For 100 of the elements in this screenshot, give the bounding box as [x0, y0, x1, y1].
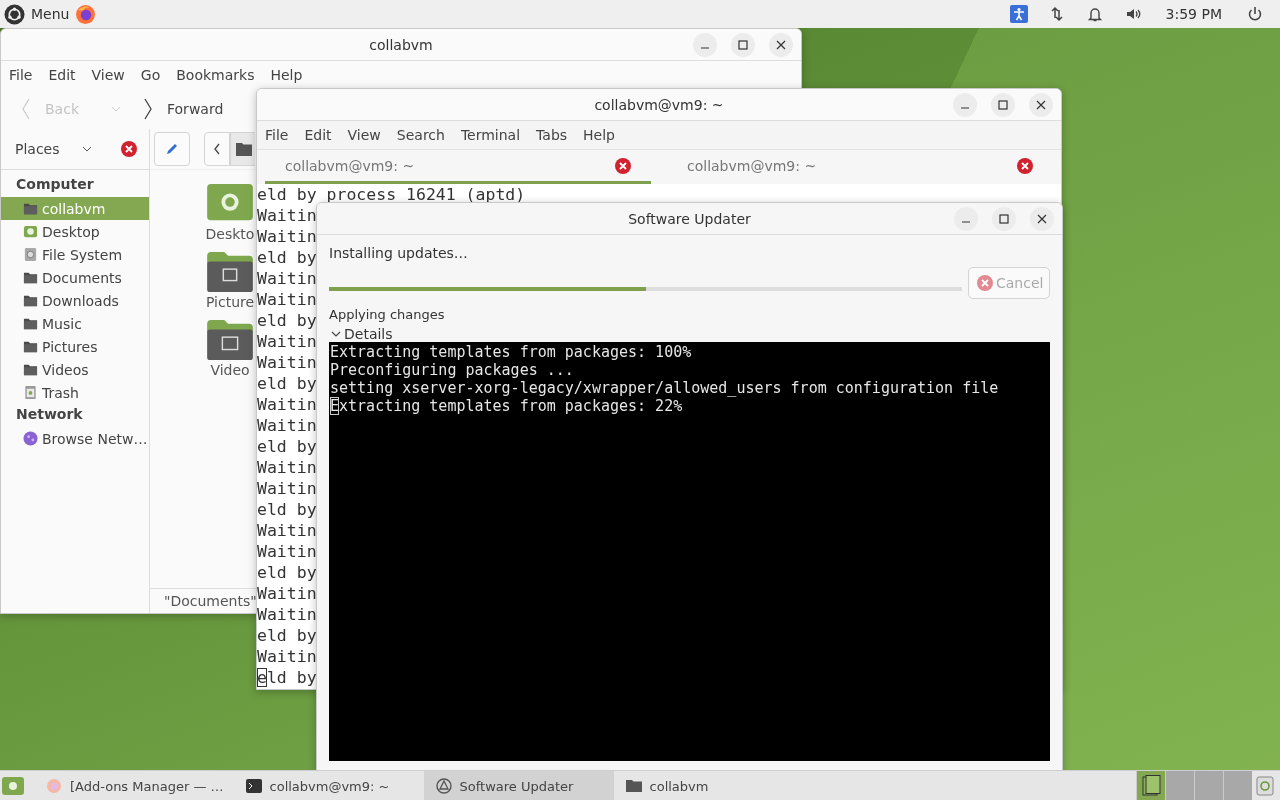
terminal-line: Waitin	[257, 352, 317, 373]
terminal-line: Waitin	[257, 646, 317, 667]
terminal-line: eld by	[257, 625, 317, 646]
bell-icon[interactable]	[1085, 5, 1104, 23]
taskbar-item[interactable]: Software Updater	[423, 771, 614, 800]
trash-icon	[23, 385, 38, 400]
sidebar-heading: Computer	[15, 175, 95, 194]
videos-folder-icon[interactable]	[206, 320, 254, 360]
minimize-button[interactable]	[954, 207, 978, 231]
accessibility-icon[interactable]	[1009, 5, 1028, 23]
pencil-icon	[164, 141, 180, 157]
minimize-button[interactable]	[953, 93, 977, 117]
terminal-line: Waitin	[257, 289, 317, 310]
chevron-left-icon	[212, 141, 222, 157]
menu-item[interactable]: Edit	[296, 127, 340, 143]
trash-icon[interactable]	[1256, 776, 1274, 796]
window-title: Software Updater	[628, 210, 751, 227]
menu-item[interactable]: Help	[575, 127, 623, 143]
maximize-icon	[997, 99, 1009, 111]
sidebar-item[interactable]: Videos	[1, 358, 149, 381]
terminal-line: eld by process 16241 (aptd)	[257, 184, 526, 205]
pictures-folder-icon[interactable]	[206, 252, 254, 292]
sidebar-item[interactable]: Pictures	[1, 335, 149, 358]
console-line: Extracting templates from packages: 22%	[330, 397, 683, 415]
home-crumb[interactable]	[230, 132, 255, 166]
maximize-button[interactable]	[731, 33, 755, 57]
menu-item[interactable]: Edit	[40, 67, 84, 83]
menu-item[interactable]: Bookmarks	[168, 67, 263, 83]
menu-item[interactable]: File	[257, 127, 297, 143]
sidebar-item[interactable]: Music	[1, 312, 149, 335]
terminal-line: Waitin	[257, 604, 317, 625]
sidebar-item[interactable]: Browse Netw…	[1, 427, 149, 450]
menu-item[interactable]: View	[83, 67, 133, 83]
caret-icon	[331, 329, 341, 339]
taskbar-item[interactable]: collabvm@vm9: ~	[233, 771, 424, 800]
terminal-line: eld by	[257, 562, 317, 583]
menu-item[interactable]: View	[339, 127, 389, 143]
file-label: Deskto	[205, 226, 255, 242]
power-icon[interactable]	[1246, 5, 1264, 23]
menu-item[interactable]: Go	[132, 67, 169, 83]
menu-item[interactable]: Help	[262, 67, 311, 83]
sidebar-item[interactable]: Desktop	[1, 220, 149, 243]
chevron-right-icon	[143, 97, 153, 121]
sidebar-item[interactable]: Trash	[1, 381, 149, 404]
close-button[interactable]	[769, 33, 793, 57]
maximize-button[interactable]	[991, 93, 1015, 117]
taskbar-item[interactable]: collabvm	[613, 771, 804, 800]
chevron-left-icon	[21, 97, 31, 121]
clock[interactable]: 3:59 PM	[1165, 6, 1222, 22]
details-expander[interactable]: Details	[329, 326, 395, 342]
caret-icon	[81, 146, 92, 152]
close-button[interactable]	[1030, 207, 1054, 231]
workspace-switcher[interactable]	[1136, 771, 1252, 800]
close-tab-icon[interactable]	[1017, 157, 1033, 174]
terminal-line: Waitin	[257, 478, 317, 499]
file-label: Video	[210, 362, 250, 378]
close-icon[interactable]	[121, 141, 137, 157]
firefox-icon[interactable]	[75, 3, 97, 25]
menu-item[interactable]: Tabs	[528, 127, 576, 143]
menu-item[interactable]: Search	[388, 127, 453, 143]
maximize-button[interactable]	[992, 207, 1016, 231]
close-icon	[1035, 99, 1047, 111]
terminal-tab[interactable]: collabvm@vm9: ~	[667, 150, 1053, 184]
places-dropdown[interactable]: Places	[7, 137, 100, 161]
terminal-icon	[245, 778, 262, 794]
sidebar-item[interactable]: File System	[1, 243, 149, 266]
terminal-line: Waitin	[257, 457, 317, 478]
console-line: setting xserver-xorg-legacy/xwrapper/allowed_users from configuration file	[330, 379, 999, 397]
folder-icon	[23, 339, 38, 354]
file-label: Picture	[205, 294, 255, 310]
maximize-icon	[737, 39, 749, 51]
menu-item[interactable]: File	[1, 67, 41, 83]
updater-icon	[435, 778, 452, 794]
forward-button[interactable]: Forward	[139, 97, 228, 121]
menu-item[interactable]: Terminal	[452, 127, 529, 143]
terminal-line: Waitin	[257, 205, 317, 226]
minimize-icon	[960, 221, 972, 223]
close-button[interactable]	[1029, 93, 1053, 117]
console-line: Extracting templates from packages: 100%	[330, 343, 692, 361]
terminal-line: Waitin	[257, 268, 317, 289]
terminal-line: eld by	[257, 667, 317, 688]
window-title: collabvm	[369, 36, 433, 53]
start-menu-icon[interactable]	[2, 777, 24, 795]
terminal-line: Waitin	[257, 394, 317, 415]
terminal-line: eld by	[257, 499, 317, 520]
sidebar-item[interactable]: Documents	[1, 266, 149, 289]
terminal-line: eld by	[257, 310, 317, 331]
folder-icon	[23, 362, 38, 377]
taskbar-item[interactable]: [Add-ons Manager — …	[34, 771, 234, 800]
minimize-icon	[699, 47, 711, 49]
windows-icon	[1141, 775, 1161, 797]
close-icon	[775, 39, 787, 51]
minimize-button[interactable]	[693, 33, 717, 57]
menu-label[interactable]: Menu	[31, 6, 70, 22]
sidebar-item[interactable]: Downloads	[1, 289, 149, 312]
close-tab-icon[interactable]	[615, 157, 631, 174]
menu-logo-icon[interactable]	[4, 3, 25, 25]
console-line: Preconfiguring packages ...	[330, 361, 574, 379]
terminal-line: Waitin	[257, 226, 317, 247]
phase-text: Applying changes	[329, 307, 445, 322]
